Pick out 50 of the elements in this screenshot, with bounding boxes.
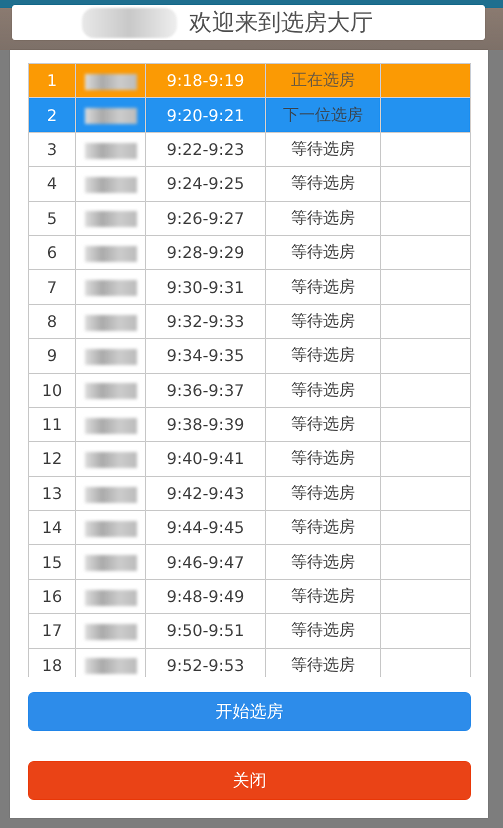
redacted-name (84, 520, 136, 537)
row-number: 1 (28, 64, 76, 98)
row-number: 7 (28, 270, 76, 304)
redacted-name (84, 280, 136, 296)
redacted-name (84, 108, 136, 124)
time-slot: 9:50-9:51 (146, 614, 266, 648)
redacted-name (84, 486, 136, 502)
row-number: 17 (28, 614, 76, 648)
status-text: 等待选房 (266, 614, 380, 648)
status-text: 等待选房 (266, 338, 380, 374)
close-button[interactable]: 关闭 (28, 761, 471, 800)
time-slot: 9:24-9:25 (146, 166, 266, 202)
redacted-name (84, 452, 136, 468)
redacted-name (84, 555, 136, 572)
redacted-name (84, 246, 136, 262)
status-text: 等待选房 (266, 544, 380, 580)
redacted-name (84, 383, 136, 400)
row-number: 10 (28, 373, 76, 408)
row-number: 4 (28, 166, 76, 202)
welcome-title: 欢迎来到选房大厅 (189, 9, 373, 38)
redacted-name (84, 658, 136, 674)
redacted-name (84, 74, 136, 90)
time-slot: 9:26-9:27 (146, 201, 266, 236)
redacted-name (84, 314, 136, 331)
status-text: 下一位选房 (266, 98, 380, 132)
redacted-name (84, 418, 136, 434)
status-text: 等待选房 (266, 201, 380, 236)
redacted-name (84, 142, 136, 159)
redacted-name (84, 348, 136, 365)
time-slot: 9:20-9:21 (146, 98, 266, 132)
row-number: 5 (28, 201, 76, 236)
status-text: 等待选房 (266, 442, 380, 476)
status-text: 等待选房 (266, 373, 380, 408)
time-slot: 9:40-9:41 (146, 442, 266, 476)
redacted-name (84, 624, 136, 640)
row-number: 2 (28, 98, 76, 132)
redacted-name (84, 211, 136, 228)
start-button[interactable]: 开始选房 (28, 692, 471, 731)
status-text: 等待选房 (266, 166, 380, 202)
row-number: 15 (28, 544, 76, 580)
redacted-name (84, 176, 136, 193)
time-slot: 9:30-9:31 (146, 270, 266, 304)
row-number: 12 (28, 442, 76, 476)
time-slot: 9:34-9:35 (146, 338, 266, 374)
time-slot: 9:46-9:47 (146, 544, 266, 580)
time-slot: 9:36-9:37 (146, 373, 266, 408)
status-text: 等待选房 (266, 270, 380, 304)
row-number: 9 (28, 338, 76, 374)
redacted-name (84, 590, 136, 606)
row-number: 18 (28, 648, 76, 677)
